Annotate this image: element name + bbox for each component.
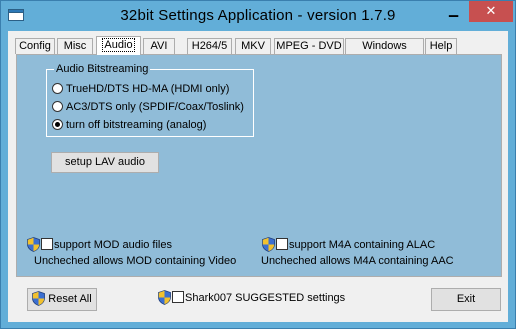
m4a-alac-note: Uncheched allows M4A containing AAC	[261, 255, 454, 267]
reset-all-button[interactable]: Reset All	[27, 288, 97, 311]
uac-shield-icon	[32, 290, 46, 306]
radio-label: TrueHD/DTS HD-MA (HDMI only)	[66, 83, 230, 95]
radio-button[interactable]	[52, 100, 63, 112]
tab-config[interactable]: Config	[15, 38, 55, 54]
suggested-settings-checkbox[interactable]	[172, 291, 184, 304]
tab-label: Help	[429, 40, 453, 52]
mod-audio-label: support MOD audio files	[54, 239, 172, 251]
tab-avi[interactable]: AVI	[143, 38, 175, 54]
exit-button[interactable]: Exit	[431, 288, 501, 311]
window-title: 32bit Settings Application - version 1.7…	[120, 7, 396, 24]
uac-shield-icon	[262, 236, 275, 252]
audio-bitstreaming-group: Audio Bitstreaming TrueHD/DTS HD-MA (HDM…	[46, 63, 254, 137]
tab-label: MKV	[241, 40, 265, 52]
tab-mkv[interactable]: MKV	[235, 38, 271, 54]
close-button[interactable]: ✕	[469, 1, 513, 22]
client-area: Config Misc Audio AVI H264/5 MKV MPEG - …	[8, 31, 508, 322]
m4a-alac-label: support M4A containing ALAC	[289, 239, 436, 251]
suggested-settings-option[interactable]: Shark007 SUGGESTED settings	[158, 289, 346, 306]
tab-audio[interactable]: Audio	[96, 36, 141, 55]
reset-all-label: Reset All	[48, 293, 92, 305]
radio-truehd[interactable]: TrueHD/DTS HD-MA (HDMI only)	[52, 82, 229, 96]
title-bar[interactable]: 32bit Settings Application - version 1.7…	[1, 1, 515, 31]
tab-label: H264/5	[191, 40, 228, 52]
app-window: 32bit Settings Application - version 1.7…	[0, 0, 516, 329]
m4a-alac-option[interactable]: support M4A containing ALAC	[262, 236, 436, 253]
mod-audio-note: Uncheched allows MOD containing Video	[34, 255, 237, 267]
mod-audio-option[interactable]: support MOD audio files	[27, 236, 172, 253]
uac-shield-icon	[27, 236, 40, 252]
tab-label: Config	[19, 40, 51, 52]
group-title: Audio Bitstreaming	[54, 63, 151, 75]
minimize-button[interactable]: ▁	[440, 2, 467, 22]
radio-analog[interactable]: turn off bitstreaming (analog)	[52, 118, 206, 132]
radio-button[interactable]	[52, 82, 63, 94]
radio-button-checked[interactable]	[52, 118, 63, 130]
tab-mpeg-dvd[interactable]: MPEG - DVD	[274, 38, 344, 54]
tab-label: MPEG - DVD	[276, 40, 342, 52]
mod-audio-checkbox[interactable]	[41, 238, 53, 251]
m4a-alac-checkbox[interactable]	[276, 238, 288, 251]
radio-label: turn off bitstreaming (analog)	[66, 119, 207, 131]
tab-label: AVI	[150, 40, 168, 52]
radio-label: AC3/DTS only (SPDIF/Coax/Toslink)	[66, 101, 244, 113]
tab-misc[interactable]: Misc	[57, 38, 93, 54]
tab-h264[interactable]: H264/5	[187, 38, 232, 54]
setup-lav-audio-button[interactable]: setup LAV audio	[51, 152, 159, 173]
tab-help[interactable]: Help	[425, 38, 457, 54]
suggested-settings-label: Shark007 SUGGESTED settings	[185, 292, 346, 304]
tab-label: Audio	[102, 38, 135, 52]
uac-shield-icon	[158, 289, 171, 305]
audio-panel: Audio Bitstreaming TrueHD/DTS HD-MA (HDM…	[16, 54, 502, 277]
radio-ac3-dts[interactable]: AC3/DTS only (SPDIF/Coax/Toslink)	[52, 100, 244, 114]
tab-windows-swap[interactable]: Windows SWAP	[345, 38, 424, 67]
tab-label: Misc	[63, 40, 87, 52]
